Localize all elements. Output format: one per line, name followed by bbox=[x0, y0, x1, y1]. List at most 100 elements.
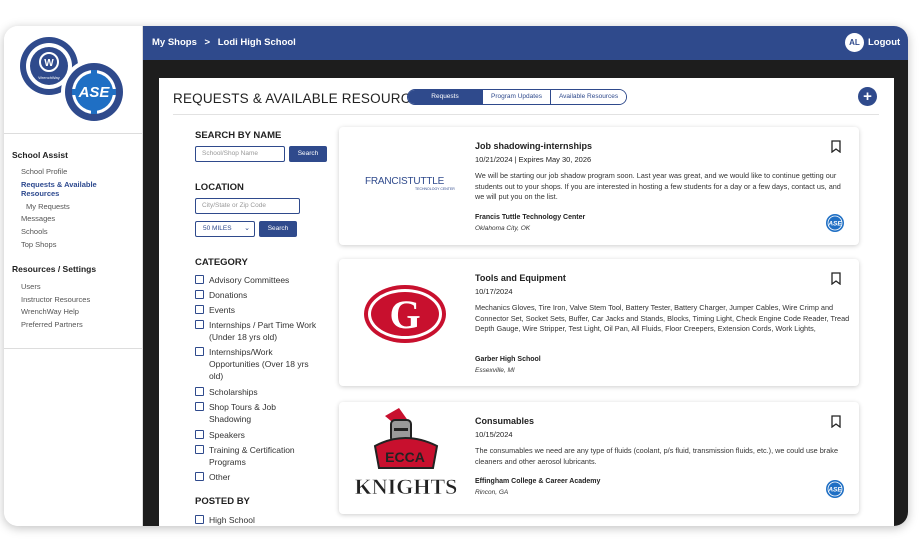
checkbox-label: Donations bbox=[209, 290, 248, 300]
posted-by-heading: POSTED BY bbox=[195, 496, 250, 507]
checkbox-label: Internships/Work Opportunities (Over 18 … bbox=[209, 347, 309, 381]
category-checkbox[interactable]: Scholarships bbox=[195, 386, 330, 398]
category-checkbox[interactable]: Shop Tours & Job Shadowing bbox=[195, 401, 295, 425]
sidebar-item-users[interactable]: Users bbox=[21, 282, 41, 291]
garber-g-logo: G bbox=[364, 285, 446, 343]
tab-available-resources[interactable]: Available Resources bbox=[549, 90, 627, 104]
card-description: The consumables we need are any type of … bbox=[475, 446, 839, 466]
category-checkbox[interactable]: Events bbox=[195, 304, 330, 316]
ase-badge-icon: ASE bbox=[826, 480, 844, 498]
category-checkbox[interactable]: Advisory Committees bbox=[195, 274, 330, 286]
category-checkbox[interactable]: Other bbox=[195, 471, 330, 483]
posted-by-checkbox[interactable]: High School bbox=[195, 514, 330, 526]
checkbox-icon[interactable] bbox=[195, 290, 204, 299]
plus-icon: + bbox=[863, 88, 872, 105]
card-location: Oklahoma City, OK bbox=[475, 225, 531, 232]
checkbox-label: High School bbox=[209, 515, 255, 525]
checkbox-icon[interactable] bbox=[195, 320, 204, 329]
miles-select[interactable]: 50 MILES ⌄ bbox=[195, 221, 255, 237]
main-panel: REQUESTS & AVAILABLE RESOURCES Requests … bbox=[159, 78, 894, 526]
top-bar: My Shops > Lodi High School AL Logout bbox=[143, 26, 908, 60]
wrenchway-ase-logo[interactable]: W WrenchWay ASE bbox=[4, 26, 143, 134]
tab-requests[interactable]: Requests bbox=[408, 90, 482, 104]
org-logo: G bbox=[339, 259, 471, 386]
checkbox-icon[interactable] bbox=[195, 275, 204, 284]
card-description: We will be starting our job shadow progr… bbox=[475, 171, 841, 202]
checkbox-label: Internships / Part Time Work (Under 18 y… bbox=[209, 320, 317, 342]
search-by-name-heading: SEARCH BY NAME bbox=[195, 130, 282, 141]
category-heading: CATEGORY bbox=[195, 257, 248, 268]
breadcrumb: My Shops > Lodi High School bbox=[152, 37, 296, 48]
tab-bar: Requests Program Updates Available Resou… bbox=[407, 89, 628, 105]
request-card[interactable]: ECCA KNIGHTS Consumables 10/15/2024 The … bbox=[339, 402, 859, 514]
category-checkbox[interactable]: Training & Certification Programs bbox=[195, 444, 315, 468]
sidebar-item-school-profile[interactable]: School Profile bbox=[21, 167, 67, 176]
miles-value: 50 MILES bbox=[203, 225, 232, 232]
add-request-button[interactable]: + bbox=[858, 87, 877, 106]
request-card[interactable]: G Tools and Equipment 10/17/2024 Mechani… bbox=[339, 259, 859, 386]
svg-text:ECCA: ECCA bbox=[385, 449, 425, 465]
location-search-button[interactable]: Search bbox=[259, 221, 297, 237]
checkbox-icon[interactable] bbox=[195, 472, 204, 481]
svg-text:ASE: ASE bbox=[827, 487, 842, 494]
sidebar-item-schools[interactable]: Schools bbox=[21, 227, 48, 236]
checkbox-icon[interactable] bbox=[195, 305, 204, 314]
svg-text:KNIGHTS: KNIGHTS bbox=[355, 474, 458, 499]
bookmark-icon[interactable] bbox=[831, 140, 841, 153]
org-logo: ECCA KNIGHTS bbox=[339, 402, 471, 514]
checkbox-label: Events bbox=[209, 305, 235, 315]
avatar[interactable]: AL bbox=[845, 33, 864, 52]
sidebar-item-messages[interactable]: Messages bbox=[21, 214, 55, 223]
category-checkbox[interactable]: Speakers bbox=[195, 429, 330, 441]
shop-name-input[interactable]: School/Shop Name bbox=[195, 146, 285, 162]
checkbox-icon[interactable] bbox=[195, 387, 204, 396]
card-date: 10/21/2024 | Expires May 30, 2026 bbox=[475, 155, 592, 164]
location-heading: LOCATION bbox=[195, 182, 244, 193]
header-divider bbox=[173, 114, 879, 115]
checkbox-icon[interactable] bbox=[195, 347, 204, 356]
ecca-knights-logo: ECCA KNIGHTS bbox=[354, 408, 458, 499]
bookmark-icon[interactable] bbox=[831, 272, 841, 285]
checkbox-icon[interactable] bbox=[195, 445, 204, 454]
chevron-down-icon: ⌄ bbox=[244, 225, 250, 232]
breadcrumb-my-shops[interactable]: My Shops bbox=[152, 37, 197, 48]
logo-area: W WrenchWay ASE bbox=[4, 26, 143, 134]
card-location: Rincon, GA bbox=[475, 489, 509, 496]
card-org: Francis Tuttle Technology Center bbox=[475, 214, 586, 221]
request-card[interactable]: FRANCISTUTTLE TECHNOLOGY CENTER Job shad… bbox=[339, 127, 859, 245]
category-checkbox[interactable]: Donations bbox=[195, 289, 330, 301]
name-search-button[interactable]: Search bbox=[289, 146, 327, 162]
svg-text:ASE: ASE bbox=[78, 84, 111, 101]
sidebar-item-wrenchway-help[interactable]: WrenchWay Help bbox=[21, 307, 79, 316]
page-title: REQUESTS & AVAILABLE RESOURCES bbox=[173, 91, 430, 106]
card-title[interactable]: Job shadowing-internships bbox=[475, 141, 592, 151]
tab-program-updates[interactable]: Program Updates bbox=[482, 90, 550, 104]
category-checkbox[interactable]: Internships / Part Time Work (Under 18 y… bbox=[195, 319, 330, 343]
checkbox-icon[interactable] bbox=[195, 402, 204, 411]
sidebar-group-resources-settings: Resources / Settings bbox=[12, 264, 97, 274]
checkbox-label: Training & Certification Programs bbox=[209, 445, 295, 467]
sidebar-item-top-shops[interactable]: Top Shops bbox=[21, 240, 56, 249]
sidebar-item-instructor-resources[interactable]: Instructor Resources bbox=[21, 295, 90, 304]
checkbox-label: Speakers bbox=[209, 430, 245, 440]
svg-text:ASE: ASE bbox=[827, 221, 842, 228]
category-checkbox[interactable]: Internships/Work Opportunities (Over 18 … bbox=[195, 346, 320, 382]
card-title[interactable]: Tools and Equipment bbox=[475, 273, 566, 283]
logout-link[interactable]: Logout bbox=[868, 37, 900, 48]
location-input[interactable]: City/State or Zip Code bbox=[195, 198, 300, 214]
card-org: Garber High School bbox=[475, 356, 541, 363]
ase-badge-icon: ASE bbox=[826, 214, 844, 232]
checkbox-label: Scholarships bbox=[209, 387, 258, 397]
breadcrumb-current: Lodi High School bbox=[217, 37, 296, 48]
svg-text:WrenchWay: WrenchWay bbox=[38, 75, 60, 80]
card-title[interactable]: Consumables bbox=[475, 416, 534, 426]
sidebar-item-my-requests[interactable]: My Requests bbox=[26, 202, 70, 211]
checkbox-icon[interactable] bbox=[195, 430, 204, 439]
card-location: Essexville, MI bbox=[475, 367, 515, 374]
sidebar-item-requests-resources[interactable]: Requests & Available Resources bbox=[21, 180, 121, 198]
checkbox-icon[interactable] bbox=[195, 515, 204, 524]
bookmark-icon[interactable] bbox=[831, 415, 841, 428]
sidebar-group-school-assist: School Assist bbox=[12, 150, 68, 160]
sidebar-item-preferred-partners[interactable]: Preferred Partners bbox=[21, 320, 83, 329]
checkbox-label: Advisory Committees bbox=[209, 275, 290, 285]
